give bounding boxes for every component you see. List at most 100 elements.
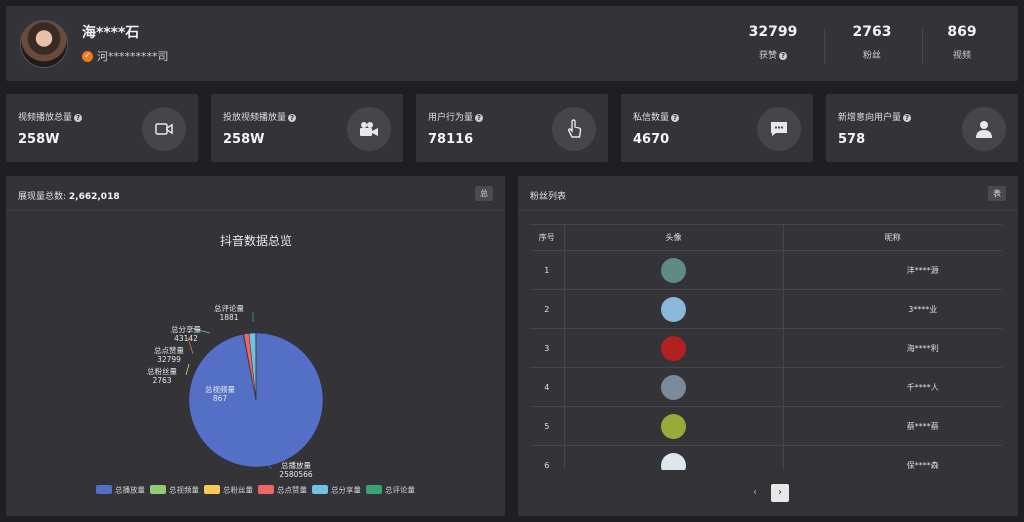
metric-title: 新增意向用户量 [838,113,902,123]
metric-title: 视频播放总量 [18,113,73,123]
metric-card-video-plays: 视频播放总量? 258W [6,94,198,162]
stat-fans-label: 粉丝 [862,51,881,61]
help-icon[interactable]: ? [671,113,680,122]
table-row[interactable]: 4 千****人 [530,367,1002,407]
slice-label-name: 总分享量 [171,324,201,334]
table-row[interactable]: 2 3****业 [530,289,1002,329]
row-index: 2 [530,289,564,329]
legend-label[interactable]: 总粉丝量 [223,485,253,495]
fan-avatar [661,296,686,322]
slice-label-value: 867 [213,394,228,403]
legend-swatch[interactable] [312,485,328,494]
stat-fans: 2763 粉丝 [832,24,912,61]
stat-videos-value: 869 [947,24,977,40]
divider [824,28,825,64]
slice-label-name: 总粉丝量 [147,366,177,376]
metric-card-user-actions: 用户行为量? 78116 [416,94,608,162]
row-avatar-cell [563,328,783,368]
movie-camera-icon [347,107,391,151]
user-icon [962,107,1006,151]
exposure-value: 2,662,018 [68,192,120,202]
profile-header: 海****石 ✓ 河*********司 32799 获赞? 2763 粉丝 8… [6,6,1018,81]
metric-card-ad-video-plays: 投放视频播放量? 258W [211,94,403,162]
table-row[interactable]: 1 沣****源 [530,250,1002,290]
pie-chart: 抖音数据总览 总播放量2580566总视频量867总粉丝量2763总点赞量327… [96,233,415,495]
legend-label[interactable]: 总评论量 [385,485,415,495]
slice-label-value: 43142 [174,334,198,343]
metric-value: 4670 [633,132,670,147]
column-header-nickname: 昵称 [782,224,1002,251]
chart-title: 抖音数据总览 [220,233,292,248]
row-index: 6 [530,445,564,470]
row-nickname: 保****森 [782,445,1002,470]
company-name: 河*********司 [97,50,169,63]
hand-pointer-icon [552,107,596,151]
stat-likes-label: 获赞 [758,51,777,61]
row-nickname: 3****业 [782,289,1002,329]
label-leader-line [185,363,190,376]
stat-videos-label: 视频 [952,51,971,61]
row-index: 5 [530,406,564,446]
profile-name: 海****石 [82,25,140,41]
fans-list-panel: 粉丝列表 表 序号 头像 昵称 1 沣****源 2 3****业 3 海****利 4 千*… [518,176,1018,516]
row-avatar-cell [563,289,783,329]
prev-page-button[interactable]: ‹ [746,484,764,502]
slice-label-value: 2763 [152,376,171,385]
metric-card-messages: 私信数量? 4670 [621,94,813,162]
legend-label[interactable]: 总点赞量 [277,485,307,495]
row-nickname: 蔡****蔡 [782,406,1002,446]
next-page-button[interactable]: › [771,484,789,502]
table-row[interactable]: 5 蔡****蔡 [530,406,1002,446]
metric-value: 258W [223,132,265,147]
legend-label[interactable]: 总视频量 [169,485,199,495]
legend-swatch[interactable] [204,485,220,494]
legend-label[interactable]: 总播放量 [115,485,145,495]
table-row[interactable]: 3 海****利 [530,328,1002,368]
slice-label-value: 2580566 [279,470,313,479]
legend-swatch[interactable] [96,485,112,494]
metric-title: 用户行为量 [428,113,474,123]
help-icon[interactable]: ? [475,113,484,122]
metric-card-new-leads: 新增意向用户量? 578 [826,94,1018,162]
column-header-avatar: 头像 [563,224,783,251]
stat-videos: 869 视频 [922,24,1002,61]
stat-likes: 32799 获赞? [733,24,813,61]
legend-swatch[interactable] [366,485,382,494]
exposure-total: 展现量总数: 2,662,018 [18,189,120,202]
table-row[interactable]: 6 保****森 [530,445,1002,470]
slice-label-value: 32799 [157,355,181,364]
legend-label[interactable]: 总分享量 [331,485,361,495]
legend-swatch[interactable] [258,485,274,494]
fan-avatar [661,413,686,439]
help-icon[interactable]: ? [74,113,83,122]
help-icon[interactable]: ? [779,51,787,60]
fans-table: 序号 头像 昵称 1 沣****源 2 3****业 3 海****利 4 千****人 5 蔡*… [530,224,1002,470]
metric-value: 578 [838,132,866,147]
stat-likes-value: 32799 [748,24,798,40]
slice-label-name: 总播放量 [281,460,311,470]
row-index: 3 [530,328,564,368]
row-nickname: 千****人 [782,367,1002,407]
slice-label-name: 总评论量 [214,303,244,313]
help-icon[interactable]: ? [288,113,297,122]
verified-badge-icon: ✓ [82,50,93,62]
fan-avatar [661,452,686,470]
metric-value: 78116 [428,132,474,147]
fan-avatar [661,257,686,283]
help-icon[interactable]: ? [903,113,912,122]
row-nickname: 沣****源 [782,250,1002,290]
slice-label-name: 总视频量 [205,384,235,394]
row-index: 4 [530,367,564,407]
panel-corner-button[interactable]: 总 [475,186,493,201]
slice-label-name: 总点赞量 [154,345,184,355]
column-header-index: 序号 [530,224,564,251]
exposure-label: 展现量总数: [18,192,67,202]
row-nickname: 海****利 [782,328,1002,368]
row-avatar-cell [563,406,783,446]
profile-avatar [20,20,68,68]
row-avatar-cell [563,445,783,470]
fans-table-viewport[interactable]: 序号 头像 昵称 1 沣****源 2 3****业 3 海****利 4 千****人 5 蔡*… [518,176,1018,470]
stat-fans-value: 2763 [852,24,892,40]
legend-swatch[interactable] [150,485,166,494]
video-camera-icon [142,107,186,151]
